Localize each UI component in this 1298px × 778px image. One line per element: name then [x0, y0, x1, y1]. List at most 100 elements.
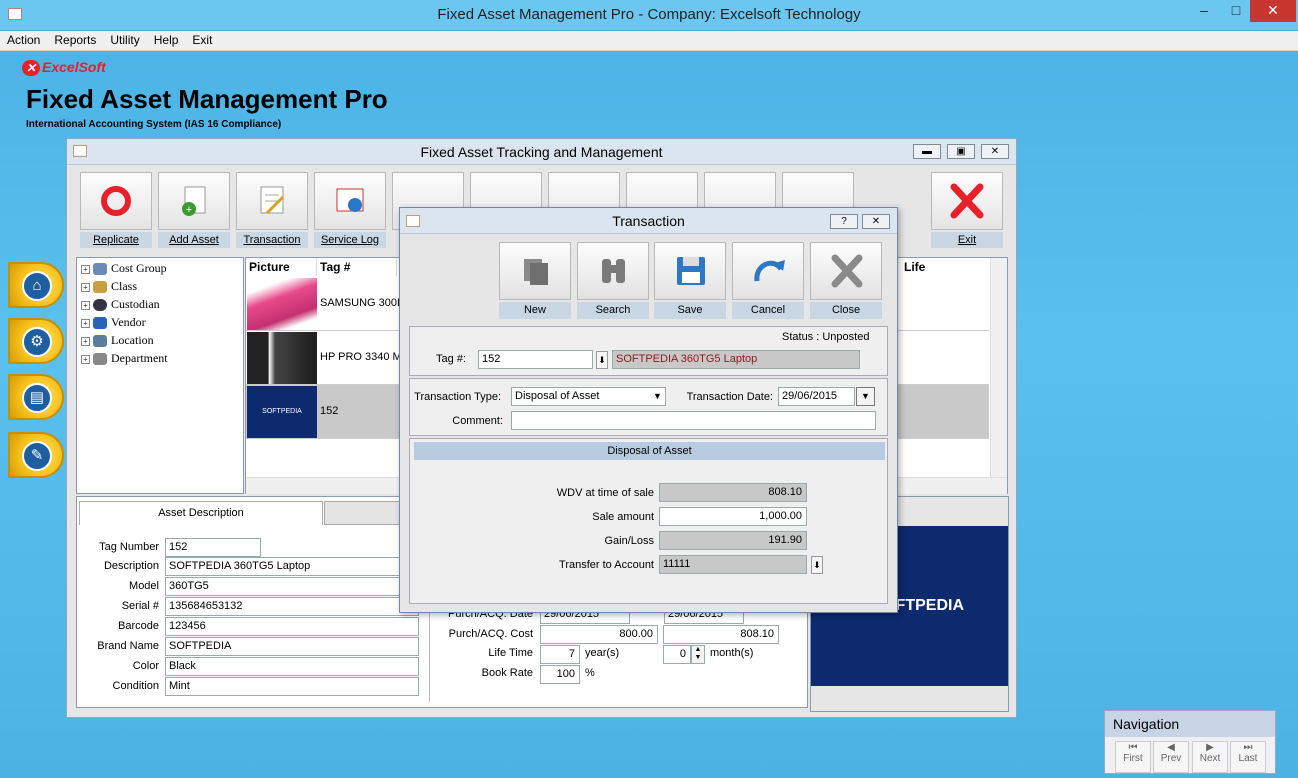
minimize-button[interactable]: – — [1190, 0, 1218, 22]
search-button[interactable] — [577, 242, 649, 300]
add-asset-button[interactable]: + — [158, 172, 230, 230]
model-field[interactable]: 360TG5 — [165, 577, 419, 596]
toolbox-side-button[interactable]: ▤ — [8, 374, 64, 420]
new-button[interactable] — [499, 242, 571, 300]
tree-item-class[interactable]: + Class — [81, 279, 137, 297]
purch-cost-field-1[interactable]: 800.00 — [540, 625, 658, 644]
col-header-tag[interactable]: Tag # — [317, 258, 397, 276]
last-icon: ⏭ — [1243, 742, 1253, 753]
purch-cost-field-2[interactable]: 808.10 — [663, 625, 779, 644]
book-rate-label: Book Rate — [481, 667, 533, 679]
barcode-field[interactable]: 123456 — [165, 617, 419, 636]
tag-label: Tag #: — [436, 353, 466, 365]
wdv-field: 808.10 — [659, 483, 807, 502]
date-dropdown-button[interactable]: ▼ — [856, 387, 875, 406]
years-unit: year(s) — [585, 647, 620, 659]
add-asset-label[interactable]: Add Asset — [158, 232, 230, 248]
transaction-type-select[interactable]: Disposal of Asset — [511, 387, 666, 406]
transaction-label[interactable]: Transaction — [236, 232, 308, 248]
status-text: Status : Unposted — [782, 331, 870, 343]
serial-field[interactable]: 135684653132 — [165, 597, 419, 616]
dialog-close-button[interactable]: ✕ — [862, 214, 890, 229]
life-years-field[interactable]: 7 — [540, 645, 580, 664]
asset-window-close[interactable]: ✕ — [981, 144, 1009, 159]
transaction-button[interactable] — [236, 172, 308, 230]
dialog-icon — [406, 215, 420, 227]
vertical-scrollbar[interactable] — [990, 258, 1007, 477]
cancel-button[interactable] — [732, 242, 804, 300]
tree-item-custodian[interactable]: + Custodian — [81, 297, 160, 315]
service-log-label[interactable]: Service Log — [314, 232, 386, 248]
tree-item-vendor[interactable]: + Vendor — [81, 315, 146, 333]
new-label[interactable]: New — [499, 302, 571, 319]
field-label: Condition — [112, 680, 159, 692]
vendor-icon — [93, 317, 107, 330]
col-header-picture[interactable]: Picture — [246, 258, 317, 276]
exit-label[interactable]: Exit — [931, 232, 1003, 248]
asset-window-minimize[interactable]: ▬ — [913, 144, 941, 159]
color-field[interactable]: Black — [165, 657, 419, 676]
dialog-help-button[interactable]: ? — [830, 214, 858, 229]
menu-help[interactable]: Help — [147, 31, 186, 49]
asset-window-restore[interactable]: ▣ — [947, 144, 975, 159]
close-window-button[interactable]: ✕ — [1250, 0, 1296, 22]
settings-side-button[interactable]: ⚙ — [8, 318, 64, 364]
description-field[interactable]: SOFTPEDIA 360TG5 Laptop — [165, 557, 419, 576]
new-icon — [524, 259, 548, 285]
window-title: Fixed Asset Management Pro - Company: Ex… — [437, 6, 861, 23]
field-label: Serial # — [121, 600, 159, 612]
service-log-button[interactable] — [314, 172, 386, 230]
nav-prev-button[interactable]: ◀ Prev — [1153, 741, 1189, 773]
menu-reports[interactable]: Reports — [47, 31, 103, 49]
next-icon: ▶ — [1206, 742, 1214, 753]
months-unit: month(s) — [710, 647, 754, 659]
life-months-field[interactable]: 0 — [663, 645, 691, 664]
brand-name-field[interactable]: SOFTPEDIA — [165, 637, 419, 656]
tag-field[interactable]: 152 — [478, 350, 593, 369]
col-header-life[interactable]: Life — [901, 258, 991, 276]
section-header: Disposal of Asset — [414, 442, 885, 460]
condition-field[interactable]: Mint — [165, 677, 419, 696]
comment-field[interactable] — [511, 411, 876, 430]
cancel-label[interactable]: Cancel — [732, 302, 804, 319]
replicate-label[interactable]: Replicate — [80, 232, 152, 248]
home-side-button[interactable]: ⌂ — [8, 262, 64, 308]
app-subheading: International Accounting System (IAS 16 … — [26, 119, 282, 130]
menu-action[interactable]: Action — [0, 31, 47, 49]
close-button[interactable] — [810, 242, 882, 300]
nav-first-button[interactable]: ⏮ First — [1115, 741, 1151, 773]
menu-utility[interactable]: Utility — [103, 31, 146, 49]
close-label[interactable]: Close — [810, 302, 882, 319]
search-label[interactable]: Search — [577, 302, 649, 319]
tag-number-field[interactable]: 152 — [165, 538, 261, 557]
save-button[interactable] — [654, 242, 726, 300]
tag-group: Status : Unposted Tag #: 152 ⬇ SOFTPEDIA… — [409, 326, 888, 376]
sale-amount-field[interactable]: 1,000.00 — [659, 507, 807, 526]
exit-button[interactable] — [931, 172, 1003, 230]
type-label: Transaction Type: — [414, 391, 501, 403]
tree-item-location[interactable]: + Location — [81, 333, 154, 351]
dialog-titlebar: Transaction ? ✕ — [400, 208, 897, 234]
tree-item-department[interactable]: + Department — [81, 351, 168, 369]
transaction-dialog: Transaction ? ✕ New Search Save Cancel C… — [399, 207, 898, 613]
date-label: Transaction Date: — [686, 391, 773, 403]
tag-lookup-button[interactable]: ⬇ — [596, 351, 608, 369]
tree-item-cost-group[interactable]: + Cost Group — [81, 261, 167, 279]
nav-next-button[interactable]: ▶ Next — [1192, 741, 1228, 773]
months-stepper[interactable]: ▲ ▼ — [691, 645, 705, 664]
chevron-down-icon[interactable]: ▼ — [650, 388, 665, 405]
edit-side-button[interactable]: ✎ — [8, 432, 64, 478]
account-field[interactable]: 11111 — [659, 555, 807, 574]
nav-last-button[interactable]: ⏭ Last — [1230, 741, 1266, 773]
menu-exit[interactable]: Exit — [185, 31, 219, 49]
book-rate-field[interactable]: 100 — [540, 665, 580, 684]
disposal-group: Disposal of Asset WDV at time of sale 80… — [409, 438, 888, 604]
replicate-button[interactable] — [80, 172, 152, 230]
account-lookup-button[interactable]: ⬇ — [811, 556, 823, 574]
transaction-date-field[interactable]: 29/06/2015 — [778, 387, 855, 406]
save-label[interactable]: Save — [654, 302, 726, 319]
maximize-button[interactable]: □ — [1222, 0, 1250, 22]
transaction-group: Transaction Type: Disposal of Asset ▼ Tr… — [409, 378, 888, 436]
logo-x-icon: ✕ — [22, 60, 40, 76]
tab-asset-description[interactable]: Asset Description — [79, 501, 323, 525]
